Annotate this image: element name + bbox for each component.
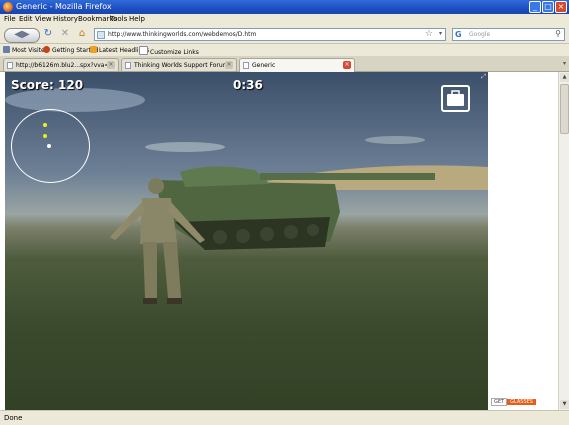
- tab-strip: http://b6126m.blu2...spx?vva=signin1.0 ×…: [0, 56, 569, 72]
- vertical-scrollbar[interactable]: ▲ ▼: [558, 72, 569, 410]
- timer-display: 0:36: [233, 78, 263, 92]
- close-tab-icon[interactable]: ×: [343, 61, 351, 69]
- menu-bar: File Edit View History Bookmarks Tools H…: [0, 14, 569, 25]
- search-placeholder: Google: [469, 31, 491, 38]
- tab-list-icon[interactable]: ▾: [563, 60, 566, 67]
- menu-view[interactable]: View: [35, 15, 52, 23]
- stop-icon[interactable]: ✕: [59, 28, 71, 40]
- badge-left: GET: [491, 398, 508, 406]
- page-icon: [7, 62, 13, 69]
- score-display: Score: 120: [11, 78, 84, 92]
- tab-forum[interactable]: Thinking Worlds Support Forum • Index ×: [121, 58, 237, 71]
- page-viewport: Score: 120 0:36 ⤢ GET GLASSES ▲ ▼: [0, 72, 569, 410]
- resize-icon[interactable]: ⤢: [481, 73, 486, 81]
- tab-signin[interactable]: http://b6126m.blu2...spx?vva=signin1.0 ×: [3, 58, 119, 71]
- page-icon: [97, 31, 105, 39]
- scroll-down-icon[interactable]: ▼: [560, 400, 569, 409]
- window-title: Generic - Mozilla Firefox: [16, 2, 112, 11]
- maximize-button[interactable]: □: [542, 1, 554, 13]
- bookmark-most-visited[interactable]: Most Visited: [3, 46, 49, 54]
- tab-generic[interactable]: Generic ×: [239, 58, 355, 72]
- close-window-button[interactable]: ×: [555, 1, 567, 13]
- briefcase-icon: [447, 90, 464, 106]
- page-icon: [139, 46, 148, 55]
- menu-edit[interactable]: Edit: [19, 15, 33, 23]
- briefcase-button[interactable]: [441, 85, 470, 112]
- google-icon[interactable]: G: [455, 30, 465, 39]
- search-field[interactable]: G Google ⚲: [452, 28, 565, 41]
- page-sidebar: [488, 72, 558, 410]
- scroll-thumb[interactable]: [560, 84, 569, 134]
- bookmark-star-icon[interactable]: ☆: [425, 29, 433, 39]
- bookmark-folder-icon: [3, 46, 10, 53]
- scroll-up-icon[interactable]: ▲: [560, 73, 569, 82]
- url-text: http://www.thinkingworlds.com/webdemos/D…: [108, 31, 257, 38]
- menu-file[interactable]: File: [4, 15, 16, 23]
- reload-icon[interactable]: ↻: [42, 28, 54, 40]
- tab-label: http://b6126m.blu2...spx?vva=signin1.0: [16, 62, 108, 69]
- minimap: [11, 109, 90, 183]
- back-arrow-icon: ◀▶: [14, 29, 30, 40]
- minimap-dot: [43, 123, 47, 127]
- menu-history[interactable]: History: [53, 15, 78, 23]
- home-icon[interactable]: ⌂: [76, 28, 88, 40]
- rss-icon: [90, 46, 97, 53]
- minimize-button[interactable]: _: [529, 1, 541, 13]
- menu-tools[interactable]: Tools: [110, 15, 127, 23]
- menu-help[interactable]: Help: [129, 15, 145, 23]
- page-icon: [243, 62, 249, 69]
- bookmarks-toolbar: Most Visited Getting Started Latest Head…: [0, 44, 569, 56]
- minimap-player-dot: [47, 144, 51, 148]
- navigation-toolbar: ◀▶ ↻ ✕ ⌂ http://www.thinkingworlds.com/w…: [0, 25, 569, 44]
- game-canvas[interactable]: Score: 120 0:36 ⤢: [5, 72, 488, 410]
- tab-label: Generic: [252, 62, 276, 69]
- close-tab-icon[interactable]: ×: [107, 61, 115, 69]
- window-titlebar: Generic - Mozilla Firefox _ □ ×: [0, 0, 569, 14]
- bookmark-customize-links[interactable]: Customize Links: [139, 46, 199, 56]
- page-icon: [125, 62, 131, 69]
- back-forward-button[interactable]: ◀▶: [4, 28, 40, 43]
- firefox-icon: [3, 2, 13, 12]
- url-dropdown-icon[interactable]: ▾: [439, 30, 442, 37]
- status-text: Done: [4, 414, 23, 422]
- url-field[interactable]: http://www.thinkingworlds.com/webdemos/D…: [94, 28, 446, 41]
- tab-label: Thinking Worlds Support Forum • Index: [134, 62, 226, 69]
- badge-right: GLASSES: [507, 399, 536, 405]
- get-glasses-badge[interactable]: GET GLASSES: [491, 398, 536, 406]
- firefox-bookmark-icon: [43, 46, 50, 53]
- status-bar: Done: [0, 410, 569, 425]
- search-icon[interactable]: ⚲: [555, 29, 561, 38]
- close-tab-icon[interactable]: ×: [225, 61, 233, 69]
- minimap-dot: [43, 134, 47, 138]
